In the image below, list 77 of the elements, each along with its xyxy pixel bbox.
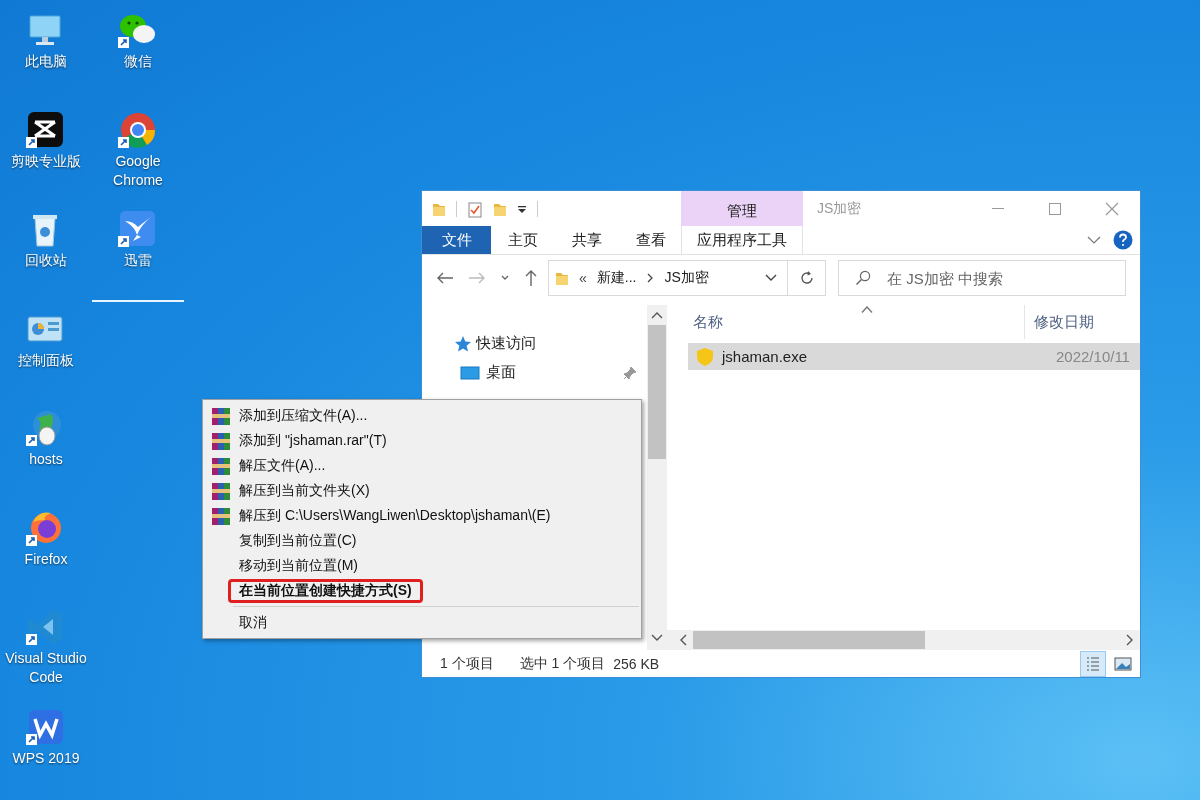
star-icon bbox=[454, 334, 472, 353]
menu-item[interactable]: 移动到当前位置(M) bbox=[235, 555, 362, 576]
scroll-right-icon[interactable] bbox=[1126, 634, 1134, 646]
context-tab-header: 管理 bbox=[681, 191, 803, 226]
scrollbar-thumb[interactable] bbox=[693, 631, 925, 649]
archive-books-icon bbox=[211, 505, 231, 526]
scroll-left-icon[interactable] bbox=[679, 634, 687, 646]
status-text: 选中 1 个项目 bbox=[519, 654, 606, 673]
menu-item[interactable]: 取消 bbox=[235, 612, 271, 633]
file-tab[interactable]: 文件 bbox=[422, 226, 491, 254]
search-icon bbox=[855, 270, 871, 286]
checklist-icon[interactable] bbox=[467, 199, 483, 218]
icon-label[interactable]: 迅雷 bbox=[124, 251, 152, 270]
breadcrumb-overflow[interactable]: « bbox=[579, 270, 587, 286]
folder-icon bbox=[555, 270, 569, 286]
scroll-down-icon[interactable] bbox=[651, 634, 663, 642]
shield-icon bbox=[696, 346, 714, 367]
archive-books-icon bbox=[211, 405, 231, 426]
screen-icon bbox=[460, 364, 480, 381]
vertical-scrollbar[interactable] bbox=[647, 305, 667, 650]
dropdown-icon[interactable] bbox=[500, 274, 510, 282]
breadcrumb[interactable]: 新建... bbox=[596, 269, 637, 287]
address-field[interactable]: « 新建... JS加密 bbox=[548, 260, 788, 296]
details-view-button[interactable] bbox=[1080, 650, 1106, 677]
close-icon bbox=[1104, 201, 1119, 216]
menu-item[interactable]: 在当前位置创建快捷方式(S) bbox=[228, 578, 423, 603]
icon-label[interactable]: 回收站 bbox=[25, 251, 67, 270]
dropdown-icon[interactable] bbox=[765, 274, 777, 282]
search-field[interactable]: 在 JS加密 中搜索 bbox=[838, 260, 1126, 296]
icon-label[interactable]: Firefox bbox=[24, 549, 68, 569]
scrollbar-thumb[interactable] bbox=[648, 325, 666, 459]
icon-label[interactable]: WPS 2019 bbox=[12, 748, 80, 768]
breadcrumb[interactable]: JS加密 bbox=[664, 269, 709, 287]
expand-icon[interactable] bbox=[1087, 235, 1101, 245]
icon-label[interactable]: 剪映专业版 bbox=[11, 151, 81, 171]
icon-label[interactable]: Google Chrome bbox=[93, 151, 183, 190]
icon-label[interactable]: 此电脑 bbox=[25, 52, 67, 71]
status-text: 256 KB bbox=[613, 655, 660, 672]
maximize-icon bbox=[1048, 202, 1061, 215]
icon-label[interactable]: hosts bbox=[29, 450, 63, 469]
nav-item[interactable]: 快速访问 bbox=[476, 334, 536, 353]
icon-label[interactable]: 微信 bbox=[124, 52, 152, 71]
thumbnail-view-icon bbox=[1114, 654, 1132, 673]
menu-item[interactable]: 复制到当前位置(C) bbox=[235, 530, 361, 551]
menu-item[interactable]: 添加到压缩文件(A)... bbox=[235, 405, 372, 426]
dropdown-icon[interactable] bbox=[517, 203, 527, 214]
back-icon[interactable] bbox=[436, 271, 454, 285]
scroll-up-icon[interactable] bbox=[651, 311, 663, 319]
file-date: 2022/10/11 bbox=[1056, 348, 1131, 365]
archive-books-icon bbox=[211, 480, 231, 501]
column-header[interactable]: 名称 bbox=[667, 305, 1025, 339]
help-icon[interactable] bbox=[1113, 230, 1133, 250]
nav-item[interactable]: 桌面 bbox=[486, 363, 516, 382]
menu-item[interactable]: 解压到 C:\Users\WangLiwen\Desktop\jshaman\(E) bbox=[235, 505, 555, 526]
column-header[interactable]: 修改日期 bbox=[1025, 305, 1094, 339]
horizontal-scrollbar[interactable] bbox=[667, 630, 1140, 650]
menu-item[interactable]: 解压文件(A)... bbox=[235, 455, 330, 476]
ribbon-tab[interactable]: 主页 bbox=[491, 226, 555, 254]
window-title: JS加密 bbox=[816, 198, 863, 218]
ribbon-tab[interactable]: 查看 bbox=[619, 226, 683, 254]
refresh-button[interactable] bbox=[788, 260, 826, 296]
file-name: jshaman.exe bbox=[722, 348, 808, 365]
search-input[interactable]: 在 JS加密 中搜索 bbox=[885, 268, 1119, 288]
icon-label[interactable]: 控制面板 bbox=[18, 350, 74, 370]
chevron-icon[interactable] bbox=[646, 273, 655, 283]
up-icon[interactable] bbox=[524, 269, 538, 287]
file-row[interactable]: jshaman.exe 2022/10/11 bbox=[688, 343, 1140, 370]
details-view-icon bbox=[1084, 654, 1102, 673]
archive-books-icon bbox=[211, 455, 231, 476]
menu-item[interactable]: 添加到 "jshaman.rar"(T) bbox=[235, 430, 391, 451]
menu-item[interactable]: 解压到当前文件夹(X) bbox=[235, 480, 374, 501]
status-text: 1 个项目 bbox=[440, 654, 494, 673]
icon-label[interactable]: Visual Studio Code bbox=[1, 649, 91, 687]
ribbon-tab[interactable]: 共享 bbox=[555, 226, 619, 254]
archive-books-icon bbox=[211, 430, 231, 451]
minimize-icon bbox=[991, 208, 1004, 209]
refresh-icon bbox=[798, 270, 815, 286]
